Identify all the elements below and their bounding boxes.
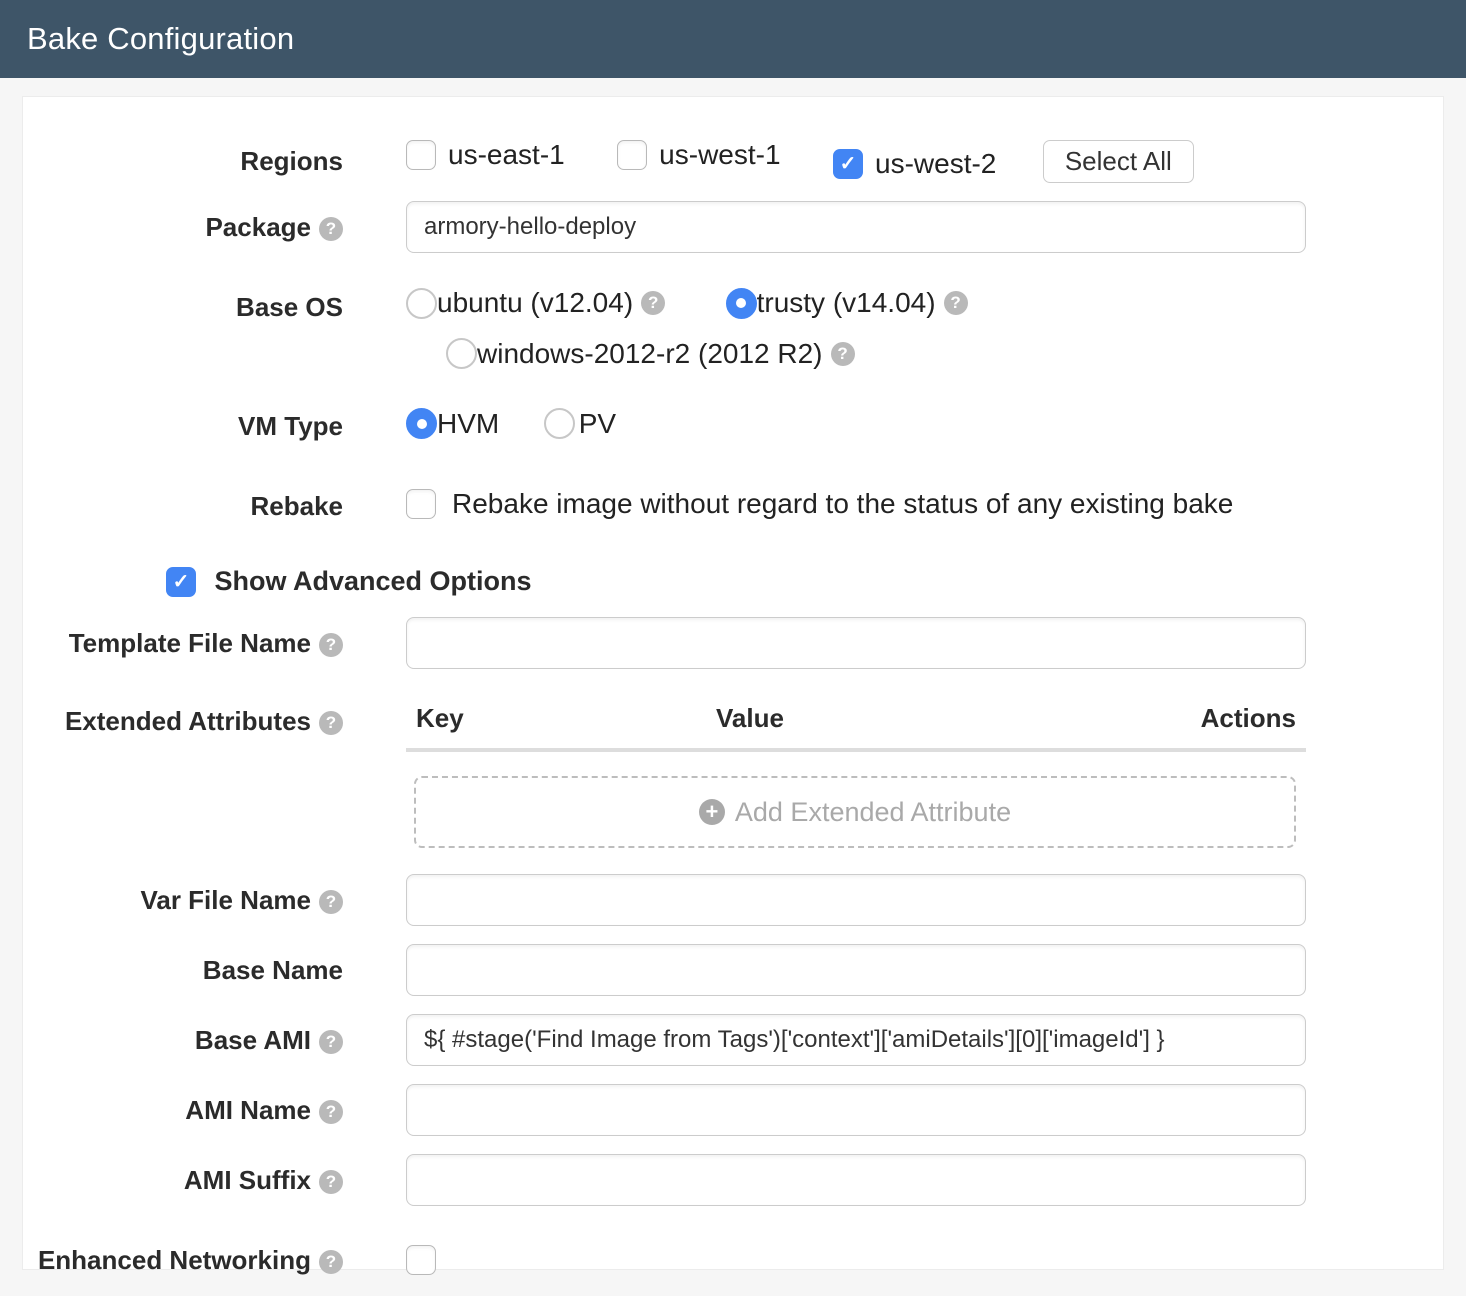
base-os-row: Base OS ubuntu (v12.04) ? trusty (v14.04…	[23, 287, 1443, 374]
regions-label: Regions	[23, 141, 343, 181]
region-option-us-west-2[interactable]: ✓ us-west-2	[833, 148, 996, 180]
template-file-name-label: Template File Name	[69, 628, 311, 658]
base-os-option-label: ubuntu (v12.04)	[437, 287, 633, 319]
help-icon[interactable]: ?	[319, 1100, 343, 1124]
region-label: us-east-1	[448, 139, 565, 171]
show-advanced-label: Show Advanced Options	[214, 566, 531, 596]
radio-hvm[interactable]	[406, 408, 437, 439]
radio-pv[interactable]	[544, 408, 575, 439]
ami-suffix-row: AMI Suffix?	[23, 1154, 1443, 1206]
vm-type-option-label: HVM	[437, 408, 499, 440]
plus-icon: +	[699, 799, 725, 825]
vm-type-row: VM Type HVM PV	[23, 406, 1443, 446]
checkbox-us-west-2[interactable]: ✓	[833, 149, 863, 179]
radio-windows[interactable]	[446, 338, 477, 369]
help-icon[interactable]: ?	[641, 291, 665, 315]
help-icon[interactable]: ?	[319, 711, 343, 735]
region-option-us-east-1[interactable]: us-east-1	[406, 139, 565, 171]
ami-suffix-label: AMI Suffix	[184, 1165, 311, 1195]
rebake-option[interactable]: Rebake image without regard to the statu…	[406, 488, 1233, 520]
var-file-name-input[interactable]	[406, 874, 1306, 926]
base-os-option-windows[interactable]: windows-2012-r2 (2012 R2) ?	[446, 338, 855, 370]
bake-configuration-header: Bake Configuration	[0, 0, 1466, 78]
add-extended-attribute-label: Add Extended Attribute	[735, 797, 1011, 828]
base-ami-row: Base AMI?	[23, 1014, 1443, 1066]
template-file-name-row: Template File Name?	[23, 617, 1443, 669]
rebake-checkbox[interactable]	[406, 489, 436, 519]
template-file-name-input[interactable]	[406, 617, 1306, 669]
base-name-label: Base Name	[23, 950, 343, 990]
ami-name-row: AMI Name?	[23, 1084, 1443, 1136]
column-header-key: Key	[416, 703, 716, 734]
help-icon[interactable]: ?	[319, 890, 343, 914]
help-icon[interactable]: ?	[319, 1250, 343, 1274]
var-file-name-label: Var File Name	[140, 885, 311, 915]
base-ami-label: Base AMI	[195, 1025, 311, 1055]
base-os-option-trusty[interactable]: trusty (v14.04) ?	[726, 287, 968, 319]
region-option-us-west-1[interactable]: us-west-1	[617, 139, 780, 171]
enhanced-networking-checkbox[interactable]	[406, 1245, 436, 1275]
bake-configuration-panel: Regions us-east-1 us-west-1 ✓ us-west-2 …	[22, 96, 1444, 1270]
package-row: Package?	[23, 201, 1443, 253]
column-header-actions: Actions	[1201, 703, 1296, 734]
var-file-name-row: Var File Name?	[23, 874, 1443, 926]
help-icon[interactable]: ?	[319, 633, 343, 657]
radio-ubuntu[interactable]	[406, 288, 437, 319]
base-os-option-label: trusty (v14.04)	[757, 287, 936, 319]
enhanced-networking-row: Enhanced Networking?	[23, 1240, 1443, 1280]
base-os-label: Base OS	[23, 287, 343, 327]
rebake-label: Rebake	[23, 486, 343, 526]
radio-trusty[interactable]	[726, 288, 757, 319]
page-title: Bake Configuration	[27, 21, 294, 57]
extended-attributes-row: Extended Attributes? Key Value Actions +…	[23, 701, 1443, 848]
region-label: us-west-2	[875, 148, 996, 180]
add-extended-attribute-button[interactable]: + Add Extended Attribute	[414, 776, 1296, 848]
checkbox-us-west-1[interactable]	[617, 140, 647, 170]
show-advanced-checkbox[interactable]: ✓	[166, 567, 196, 597]
extended-attributes-table-header: Key Value Actions	[406, 701, 1306, 752]
help-icon[interactable]: ?	[319, 217, 343, 241]
region-label: us-west-1	[659, 139, 780, 171]
package-label: Package	[205, 212, 311, 242]
extended-attributes-label: Extended Attributes	[65, 706, 311, 736]
help-icon[interactable]: ?	[319, 1030, 343, 1054]
base-name-input[interactable]	[406, 944, 1306, 996]
ami-name-label: AMI Name	[185, 1095, 311, 1125]
rebake-row: Rebake Rebake image without regard to th…	[23, 486, 1443, 526]
vm-type-label: VM Type	[23, 406, 343, 446]
regions-row: Regions us-east-1 us-west-1 ✓ us-west-2 …	[23, 139, 1443, 183]
help-icon[interactable]: ?	[831, 342, 855, 366]
vm-type-option-label: PV	[579, 408, 616, 440]
vm-type-option-hvm[interactable]: HVM	[406, 408, 499, 440]
rebake-checkbox-label: Rebake image without regard to the statu…	[452, 488, 1233, 520]
ami-suffix-input[interactable]	[406, 1154, 1306, 1206]
checkbox-us-east-1[interactable]	[406, 140, 436, 170]
help-icon[interactable]: ?	[319, 1170, 343, 1194]
base-ami-input[interactable]	[406, 1014, 1306, 1066]
enhanced-networking-label: Enhanced Networking	[38, 1245, 311, 1275]
ami-name-input[interactable]	[406, 1084, 1306, 1136]
select-all-button[interactable]: Select All	[1043, 140, 1194, 183]
base-name-row: Base Name	[23, 944, 1443, 996]
column-header-value: Value	[716, 703, 1201, 734]
help-icon[interactable]: ?	[944, 291, 968, 315]
show-advanced-row[interactable]: ✓ Show Advanced Options	[23, 566, 1443, 597]
package-input[interactable]	[406, 201, 1306, 253]
base-os-option-label: windows-2012-r2 (2012 R2)	[477, 338, 823, 370]
base-os-option-ubuntu[interactable]: ubuntu (v12.04) ?	[406, 287, 665, 319]
vm-type-option-pv[interactable]: PV	[544, 408, 616, 440]
